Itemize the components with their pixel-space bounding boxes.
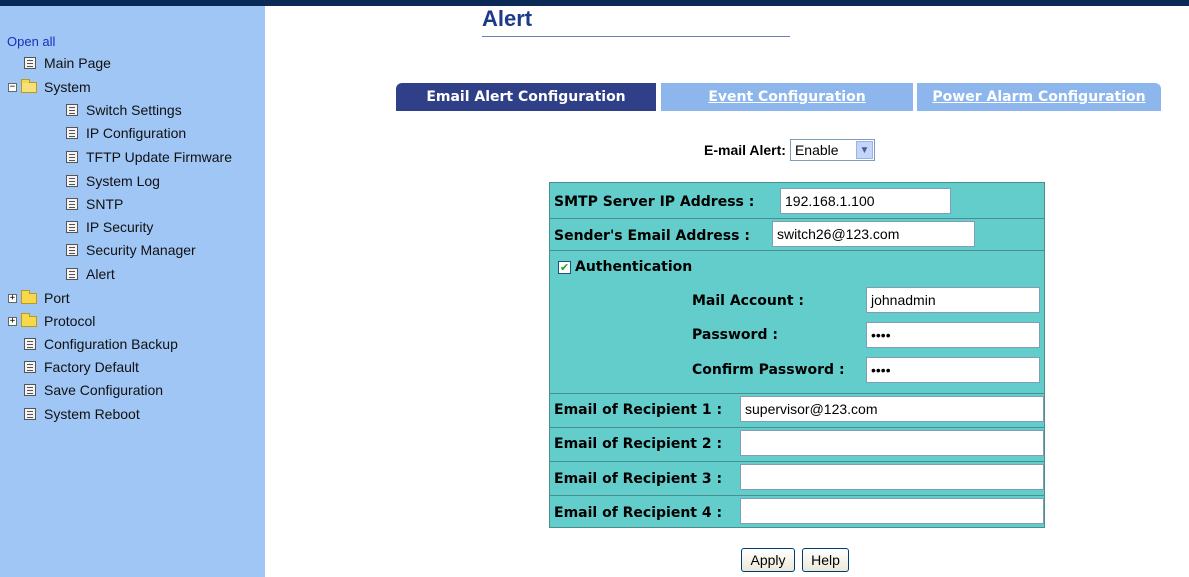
- page-icon: [24, 384, 36, 396]
- page-icon: [66, 221, 78, 233]
- recipient-1-label: Email of Recipient 1 :: [554, 402, 723, 418]
- sidebar-item-label: Protocol: [44, 313, 96, 329]
- page-icon: [66, 151, 78, 163]
- open-all-link[interactable]: Open all: [7, 34, 55, 49]
- sidebar-item-system-log[interactable]: System Log: [66, 170, 160, 192]
- row-divider: [550, 393, 1044, 394]
- help-button[interactable]: Help: [802, 548, 849, 572]
- email-config-form: SMTP Server IP Address : 192.168.1.100 S…: [549, 182, 1045, 528]
- sidebar-item-save-configuration[interactable]: Save Configuration: [24, 379, 163, 401]
- mail-account-label: Mail Account :: [692, 293, 804, 309]
- apply-button[interactable]: Apply: [741, 548, 795, 572]
- sidebar-item-sntp[interactable]: SNTP: [66, 193, 123, 215]
- open-folder-icon: [21, 78, 37, 93]
- tab-bar: Email Alert Configuration Event Configur…: [396, 83, 1161, 111]
- page-icon: [24, 57, 36, 69]
- page-icon: [66, 244, 78, 256]
- page-icon: [66, 104, 78, 116]
- tab-email-alert-configuration[interactable]: Email Alert Configuration: [396, 83, 656, 111]
- sidebar-item-label: Main Page: [44, 55, 111, 71]
- title-underline: [482, 36, 790, 37]
- sidebar-item-tftp-update-firmware[interactable]: TFTP Update Firmware: [66, 146, 232, 168]
- row-divider: [550, 427, 1044, 428]
- tab-power-alarm-configuration[interactable]: Power Alarm Configuration: [917, 83, 1161, 111]
- sidebar-item-label: Configuration Backup: [44, 336, 178, 352]
- page-icon: [66, 175, 78, 187]
- sidebar-item-label: System Log: [86, 173, 160, 189]
- sidebar-nav: Open all Main Page − System Switch Setti…: [0, 6, 265, 577]
- sidebar-item-label: Security Manager: [86, 242, 196, 258]
- smtp-server-input[interactable]: 192.168.1.100: [780, 188, 951, 214]
- recipient-2-input[interactable]: [740, 430, 1044, 456]
- password-label: Password :: [692, 327, 778, 343]
- page-icon: [66, 127, 78, 139]
- sidebar-item-alert[interactable]: Alert: [66, 263, 115, 285]
- page-icon: [24, 338, 36, 350]
- page-icon: [66, 268, 78, 280]
- minus-box-icon[interactable]: −: [8, 82, 17, 92]
- sidebar-item-security-manager[interactable]: Security Manager: [66, 239, 196, 261]
- email-alert-select[interactable]: Enable ▼: [789, 139, 875, 161]
- mail-account-input[interactable]: johnadmin: [866, 287, 1040, 313]
- page-icon: [24, 361, 36, 373]
- page-icon: [24, 408, 36, 420]
- sidebar-item-label: Save Configuration: [44, 382, 164, 398]
- sidebar-item-label: Alert: [86, 266, 115, 282]
- sidebar-item-label: SNTP: [86, 196, 124, 212]
- sidebar-item-label: Factory Default: [44, 359, 139, 375]
- sidebar-item-system-reboot[interactable]: System Reboot: [24, 403, 140, 425]
- row-divider: [550, 495, 1044, 496]
- password-input[interactable]: ••••: [866, 322, 1040, 348]
- sidebar-item-label: IP Security: [86, 219, 154, 235]
- folder-icon: [21, 289, 37, 304]
- sidebar-item-ip-configuration[interactable]: IP Configuration: [66, 122, 186, 144]
- smtp-server-label: SMTP Server IP Address :: [554, 194, 755, 210]
- recipient-4-label: Email of Recipient 4 :: [554, 505, 723, 521]
- page-title: Alert: [482, 6, 533, 31]
- recipient-4-input[interactable]: [740, 498, 1044, 524]
- sidebar-item-label: IP Configuration: [86, 125, 187, 141]
- row-divider: [550, 461, 1044, 462]
- sender-email-input[interactable]: switch26@123.com: [772, 221, 975, 247]
- page-icon: [66, 198, 78, 210]
- sender-email-label: Sender's Email Address :: [554, 228, 750, 244]
- email-alert-label: E-mail Alert:: [704, 142, 786, 158]
- authentication-label: Authentication: [575, 259, 693, 275]
- confirm-password-input[interactable]: ••••: [866, 357, 1040, 383]
- authentication-checkbox[interactable]: ✔: [558, 261, 571, 274]
- tab-event-configuration[interactable]: Event Configuration: [661, 83, 913, 111]
- sidebar-item-protocol[interactable]: + Protocol: [8, 310, 95, 332]
- sidebar-item-label: System Reboot: [44, 406, 140, 422]
- sidebar-item-label: System: [44, 79, 91, 95]
- sidebar-item-label: Port: [44, 290, 70, 306]
- email-alert-value: Enable: [794, 142, 839, 158]
- checkmark-icon: ✔: [559, 261, 570, 274]
- row-divider: [550, 218, 1044, 219]
- sidebar-item-label: TFTP Update Firmware: [86, 149, 232, 165]
- recipient-2-label: Email of Recipient 2 :: [554, 436, 723, 452]
- sidebar-item-switch-settings[interactable]: Switch Settings: [66, 99, 182, 121]
- sidebar-item-configuration-backup[interactable]: Configuration Backup: [24, 333, 178, 355]
- sidebar-item-ip-security[interactable]: IP Security: [66, 216, 153, 238]
- sidebar-item-system[interactable]: − System: [8, 76, 91, 98]
- email-alert-row: E-mail Alert: Enable ▼: [704, 139, 875, 161]
- sidebar-item-factory-default[interactable]: Factory Default: [24, 356, 139, 378]
- recipient-1-input[interactable]: supervisor@123.com: [740, 396, 1044, 422]
- folder-icon: [21, 312, 37, 327]
- sidebar-item-main-page[interactable]: Main Page: [24, 52, 111, 74]
- sidebar-item-label: Switch Settings: [86, 102, 182, 118]
- plus-box-icon[interactable]: +: [8, 316, 17, 326]
- recipient-3-label: Email of Recipient 3 :: [554, 471, 723, 487]
- row-divider: [550, 250, 1044, 251]
- plus-box-icon[interactable]: +: [8, 293, 17, 303]
- chevron-down-icon[interactable]: ▼: [855, 141, 873, 159]
- sidebar-item-port[interactable]: + Port: [8, 287, 70, 309]
- confirm-password-label: Confirm Password :: [692, 362, 845, 378]
- recipient-3-input[interactable]: [740, 464, 1044, 490]
